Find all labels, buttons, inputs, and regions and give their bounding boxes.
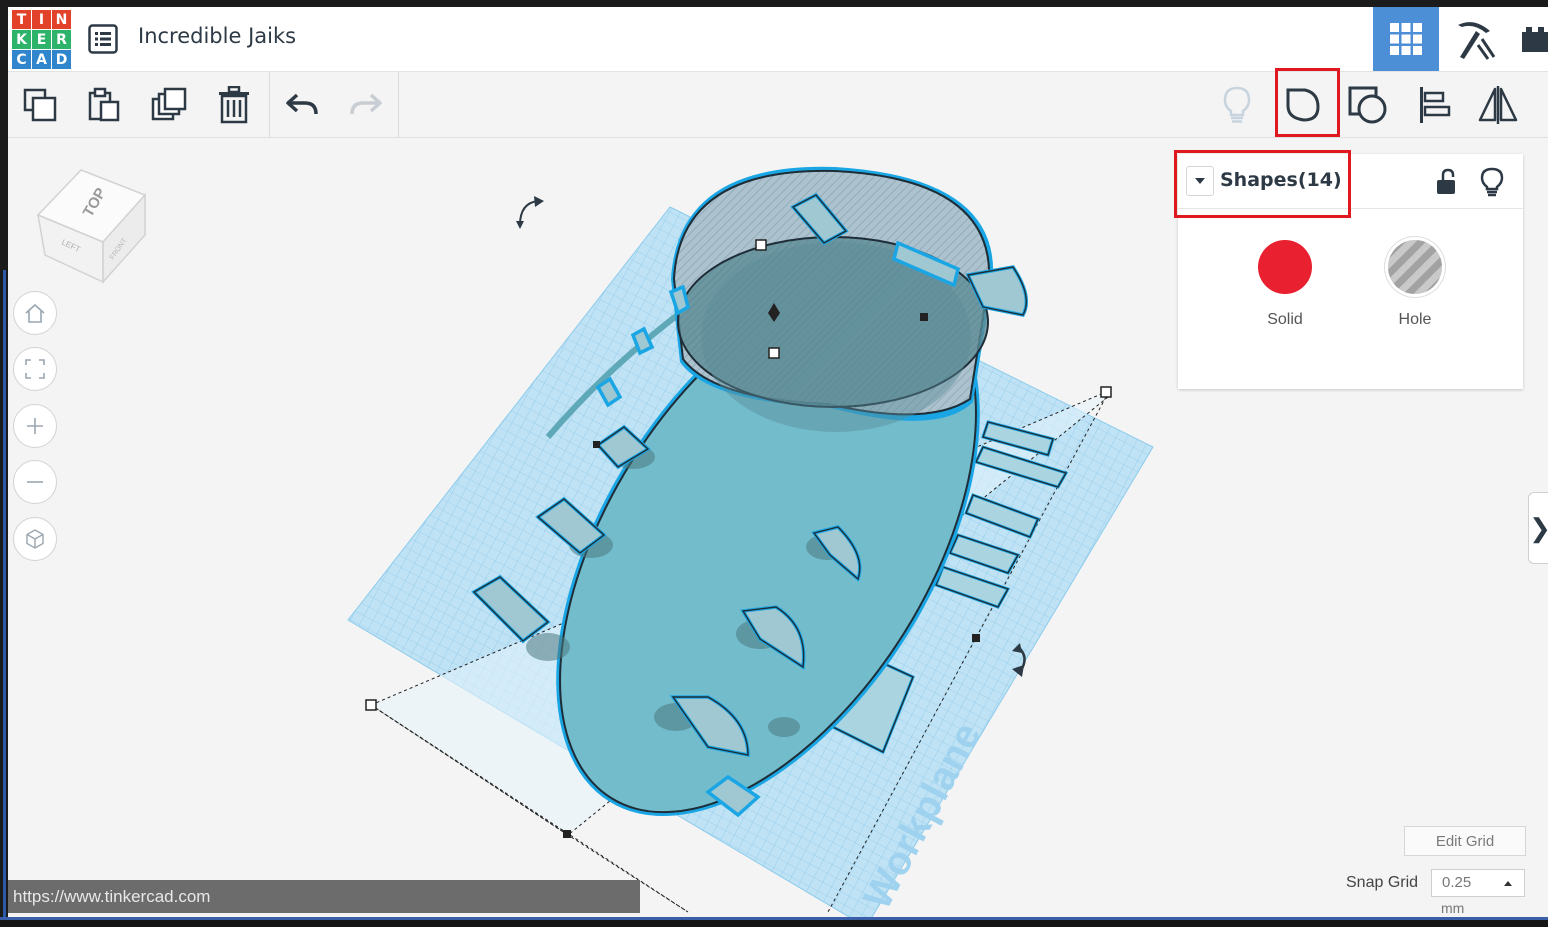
grid-icon	[1390, 23, 1422, 55]
logo-letter: T	[12, 10, 31, 29]
view-cube[interactable]: TOP LEFT FRONT	[33, 160, 153, 285]
home-view-button[interactable]	[13, 291, 57, 335]
pickaxe-icon	[1458, 22, 1496, 60]
delete-icon	[219, 85, 249, 123]
hole-swatch[interactable]	[1388, 240, 1442, 294]
group-button-highlight	[1275, 68, 1340, 137]
redo-icon	[350, 93, 382, 114]
logo-letter: I	[32, 10, 51, 29]
fit-view-icon	[25, 359, 45, 379]
duplicate-icon	[151, 87, 187, 120]
app-header: T I N K E R C A D Incredible Jaiks	[8, 7, 1548, 72]
window-left-edge	[0, 0, 8, 927]
notes-button[interactable]	[1205, 72, 1269, 137]
window-bottom-edge	[0, 917, 1548, 927]
status-bar-url: https://www.tinkercad.com	[8, 880, 640, 913]
perspective-button[interactable]	[13, 517, 57, 561]
mirror-button[interactable]	[1466, 72, 1530, 137]
logo-letter: C	[12, 50, 31, 69]
snap-grid-value: 0.25	[1442, 874, 1472, 891]
toolbar-divider	[398, 72, 399, 137]
blocks-icon	[1522, 27, 1548, 52]
caret-up-icon	[1504, 881, 1512, 886]
bulb-icon	[1480, 167, 1504, 197]
ungroup-button[interactable]	[1336, 72, 1400, 137]
snap-grid-select[interactable]: 0.25	[1431, 869, 1525, 897]
design-title[interactable]: Incredible Jaiks	[138, 24, 296, 48]
home-icon	[25, 303, 45, 323]
design-list-icon[interactable]	[88, 24, 118, 54]
shapes-title-highlight	[1174, 150, 1351, 218]
logo-letter: K	[12, 30, 31, 49]
zoom-out-button[interactable]	[13, 460, 57, 504]
fit-view-button[interactable]	[13, 347, 57, 391]
paste-icon	[88, 87, 120, 121]
copy-button[interactable]	[8, 72, 72, 137]
logo-letter: D	[52, 50, 71, 69]
3d-design-view-button[interactable]	[1373, 7, 1439, 71]
logo-letter: A	[32, 50, 51, 69]
align-icon	[1420, 86, 1451, 123]
inspector-notes-button[interactable]	[1480, 167, 1504, 202]
zoom-out-icon	[27, 481, 43, 483]
edit-grid-button[interactable]: Edit Grid	[1404, 826, 1526, 856]
tinkercad-logo[interactable]: T I N K E R C A D	[12, 10, 72, 70]
duplicate-button[interactable]	[137, 72, 201, 137]
solid-option[interactable]: Solid	[1245, 240, 1325, 329]
undo-button[interactable]	[270, 72, 334, 137]
undo-icon	[286, 93, 318, 114]
expand-panel-tab[interactable]: ❯	[1528, 492, 1548, 564]
blocks-view-button[interactable]	[1510, 7, 1548, 71]
logo-letter: E	[32, 30, 51, 49]
solid-label: Solid	[1267, 311, 1303, 328]
build-view-button[interactable]	[1441, 7, 1507, 71]
hole-option[interactable]: Hole	[1375, 240, 1455, 329]
zoom-in-button[interactable]	[13, 404, 57, 448]
rotate-handle-top[interactable]	[516, 196, 544, 229]
unlock-icon	[1437, 168, 1455, 194]
snap-grid-unit: mm	[1441, 900, 1465, 916]
notes-bulb-icon	[1223, 86, 1251, 123]
lock-button[interactable]	[1434, 168, 1458, 201]
mirror-icon	[1478, 85, 1518, 124]
logo-letter: R	[52, 30, 71, 49]
redo-button[interactable]	[334, 72, 398, 137]
perspective-icon	[26, 529, 44, 549]
copy-icon	[23, 88, 57, 121]
tinkercad-app: T I N K E R C A D Incredible Jaiks Workp…	[8, 7, 1548, 917]
hole-label: Hole	[1398, 311, 1432, 328]
ungroup-icon	[1348, 86, 1387, 123]
align-button[interactable]	[1402, 72, 1466, 137]
logo-letter: N	[52, 10, 71, 29]
chevron-right-icon: ❯	[1529, 513, 1548, 544]
snap-grid-label: Snap Grid	[1346, 874, 1419, 891]
delete-button[interactable]	[202, 72, 266, 137]
paste-button[interactable]	[72, 72, 136, 137]
zoom-in-icon	[27, 418, 43, 434]
solid-swatch[interactable]	[1258, 240, 1312, 294]
